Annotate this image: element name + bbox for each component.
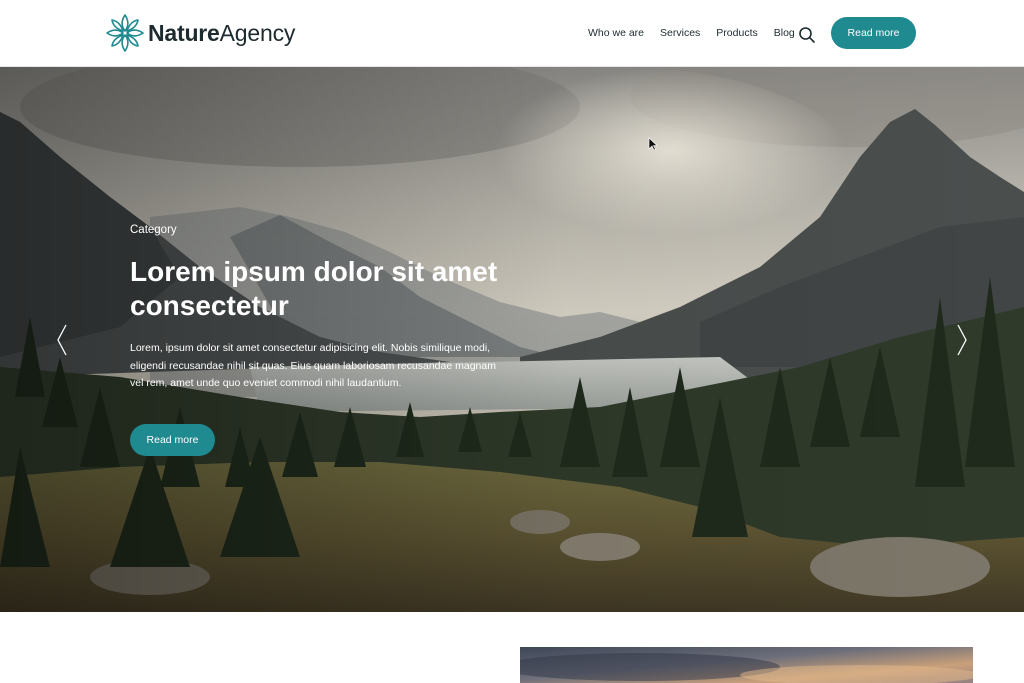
search-icon[interactable]	[798, 26, 816, 44]
hero-category[interactable]: Category	[130, 224, 177, 236]
brand-logo-link[interactable]: NatureAgency	[104, 12, 295, 54]
nav-products[interactable]: Products	[716, 27, 757, 39]
chevron-left-icon[interactable]	[55, 323, 69, 357]
nav-who-we-are[interactable]: Who we are	[588, 27, 644, 39]
hero-read-more-button[interactable]: Read more	[130, 424, 215, 456]
hero-title: Lorem ipsum dolor sit amet consectetur	[130, 256, 498, 321]
brand-name: NatureAgency	[148, 20, 295, 47]
nav-services[interactable]: Services	[660, 27, 700, 39]
chevron-right-icon[interactable]	[955, 323, 969, 357]
main-nav: Who we are Services Products Blog	[588, 27, 795, 39]
feature-image	[520, 647, 973, 683]
nav-blog[interactable]: Blog	[774, 27, 795, 39]
brand-name-light: Agency	[219, 19, 296, 46]
hero-description: Lorem, ipsum dolor sit amet consectetur …	[130, 342, 496, 389]
site-header: NatureAgency Who we are Services Product…	[0, 0, 1024, 67]
mouse-cursor-icon	[648, 137, 658, 151]
brand-name-bold: Nature	[148, 19, 220, 46]
header-read-more-button[interactable]: Read more	[831, 17, 916, 49]
lotus-mandala-icon	[106, 14, 144, 52]
hero-slider: Category Lorem ipsum dolor sit amet cons…	[0, 67, 1024, 612]
